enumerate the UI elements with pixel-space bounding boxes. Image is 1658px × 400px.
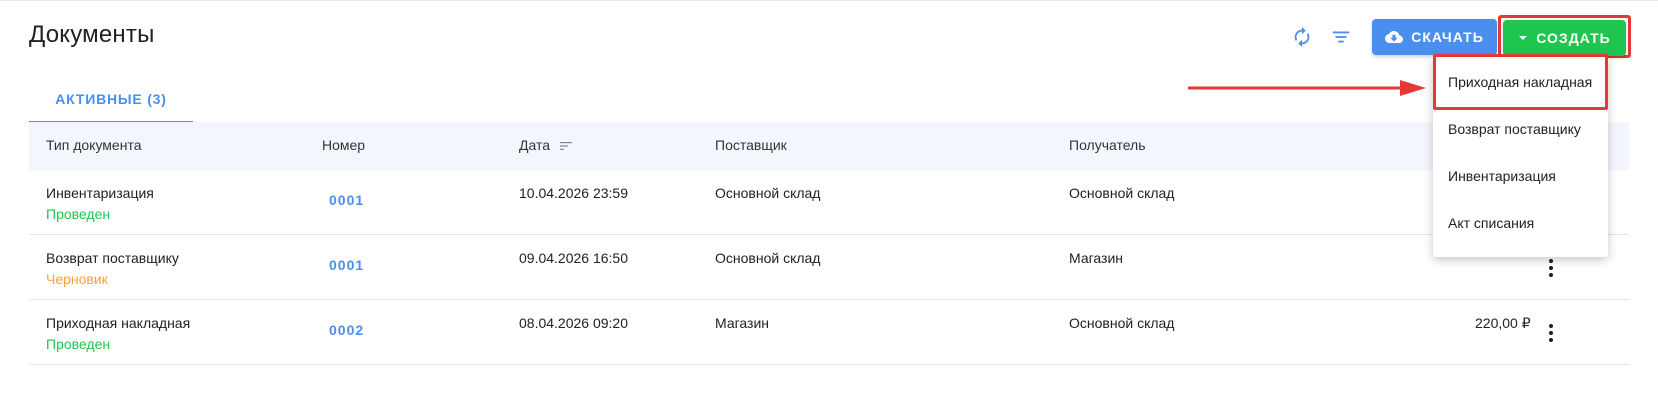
document-type-cell: Возврат поставщику Черновик [46,250,179,287]
document-date: 10.04.2026 23:59 [519,185,628,201]
document-date: 09.04.2026 16:50 [519,250,628,266]
column-header-number: Номер [322,137,366,153]
menu-item-write-off[interactable]: Акт списания [1433,200,1608,246]
download-button[interactable]: СКАЧАТЬ [1372,19,1497,55]
column-header-date[interactable]: Дата [519,137,572,153]
column-header-date-label: Дата [519,137,551,153]
annotation-arrow [1188,80,1426,96]
document-type-cell: Инвентаризация Проведен [46,185,154,222]
create-dropdown-menu: Приходная накладная Возврат поставщику И… [1433,56,1608,257]
document-type: Приходная накладная [46,315,191,331]
document-number-link[interactable]: 0001 [329,257,364,273]
cloud-download-icon [1385,31,1404,43]
menu-item-return-to-supplier[interactable]: Возврат поставщику [1433,106,1608,152]
status-badge: Проведен [46,206,111,222]
download-button-label: СКАЧАТЬ [1411,29,1484,45]
refresh-button[interactable] [1287,22,1317,52]
filter-icon [1332,31,1350,43]
document-supplier: Основной склад [715,185,821,201]
menu-item-inventory[interactable]: Инвентаризация [1433,153,1608,199]
document-recipient: Основной склад [1069,315,1175,331]
document-recipient: Основной склад [1069,185,1175,201]
caret-down-icon [1519,36,1528,40]
document-sum: 220,00 ₽ [1475,315,1531,331]
column-header-type: Тип документа [46,137,142,153]
page-title: Документы [29,21,155,48]
table-row[interactable]: Возврат поставщику Черновик 0001 09.04.2… [29,235,1629,300]
document-type: Инвентаризация [46,185,154,201]
document-number-link[interactable]: 0001 [329,192,364,208]
documents-table: Тип документа Номер Дата Поставщик Получ… [29,122,1629,365]
document-type-cell: Приходная накладная Проведен [46,315,190,352]
document-number-link[interactable]: 0002 [329,322,364,338]
more-vertical-icon[interactable] [1541,256,1561,280]
status-badge: Проведен [46,336,111,352]
status-badge: Черновик [46,271,108,287]
document-type: Возврат поставщику [46,250,179,266]
table-header: Тип документа Номер Дата Поставщик Получ… [29,122,1629,170]
more-vertical-icon[interactable] [1541,321,1561,345]
documents-page: Документы СКАЧАТЬ СОЗДАТЬ АКТИВНЫЕ (3) Т… [0,0,1658,400]
table-row[interactable]: Инвентаризация Проведен 0001 10.04.2026 … [29,170,1629,235]
menu-item-incoming-invoice[interactable]: Приходная накладная [1433,59,1608,105]
sort-icon[interactable] [559,141,572,151]
document-date: 08.04.2026 09:20 [519,315,628,331]
create-button-label: СОЗДАТЬ [1536,30,1611,46]
refresh-icon [1294,26,1310,48]
create-button[interactable]: СОЗДАТЬ [1503,20,1626,56]
tab-active[interactable]: АКТИВНЫЕ (3) [29,82,193,123]
document-supplier: Основной склад [715,250,821,266]
table-row[interactable]: Приходная накладная Проведен 0002 08.04.… [29,300,1629,365]
column-header-supplier: Поставщик [715,137,787,153]
tab-active-label: АКТИВНЫЕ (3) [55,91,167,107]
filter-button[interactable] [1326,22,1356,52]
column-header-recipient: Получатель [1069,137,1146,153]
document-recipient: Магазин [1069,250,1124,266]
document-supplier: Магазин [715,315,770,331]
